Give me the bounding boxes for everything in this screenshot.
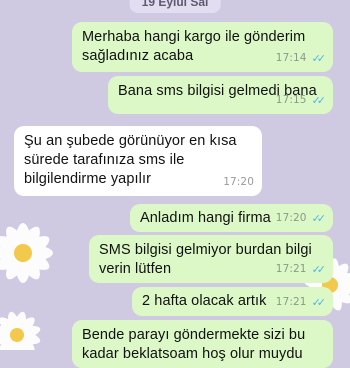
message-outgoing[interactable]: Bende parayı göndermekte sizi bu kadar b… bbox=[72, 320, 333, 368]
message-meta: 17:14 ✓✓ bbox=[275, 49, 327, 68]
message-time: 17:21 bbox=[275, 296, 307, 308]
message-meta: 17:21 ✓✓ bbox=[275, 260, 327, 279]
message-outgoing[interactable]: SMS bilgisi gelmiyor burdan bilgi verin … bbox=[89, 235, 333, 283]
message-outgoing[interactable]: 2 hafta olacak artık 17:21 ✓✓ bbox=[132, 287, 333, 316]
message-outgoing[interactable]: Merhaba hangi kargo ile gönderim sağladı… bbox=[72, 22, 333, 72]
daisy-wallpaper-left bbox=[0, 223, 53, 283]
message-time: 17:15 bbox=[275, 94, 307, 106]
message-outgoing[interactable]: Anladım hangi firma 17:20 ✓✓ bbox=[130, 204, 333, 232]
date-separator: 19 Eylül Sal bbox=[129, 0, 221, 13]
message-time: 17:20 bbox=[223, 176, 254, 188]
read-receipt-icon: ✓✓ bbox=[311, 52, 327, 65]
message-meta: 17:20 bbox=[223, 173, 254, 192]
message-text: Şu an şubede görünüyor en kısa sürede ta… bbox=[24, 133, 241, 187]
message-meta: 17:21 ✓✓ bbox=[275, 293, 327, 312]
message-time: 17:21 bbox=[275, 263, 307, 275]
message-meta: 17:15 ✓✓ bbox=[275, 91, 327, 110]
read-receipt-icon: ✓✓ bbox=[311, 94, 327, 107]
message-time: 17:20 bbox=[275, 212, 307, 224]
read-receipt-icon: ✓✓ bbox=[311, 263, 327, 276]
daisy-wallpaper-bottom bbox=[0, 311, 41, 350]
read-receipt-icon: ✓✓ bbox=[311, 296, 327, 309]
message-meta: 17:20 ✓✓ bbox=[275, 209, 327, 228]
message-time: 17:14 bbox=[275, 52, 307, 64]
message-text: Bende parayı göndermekte sizi bu kadar b… bbox=[82, 327, 310, 362]
message-outgoing[interactable]: Bana sms bilgisi gelmedi bana 17:15 ✓✓ bbox=[108, 76, 333, 114]
message-incoming[interactable]: Şu an şubede görünüyor en kısa sürede ta… bbox=[14, 126, 262, 196]
read-receipt-icon: ✓✓ bbox=[311, 212, 327, 225]
